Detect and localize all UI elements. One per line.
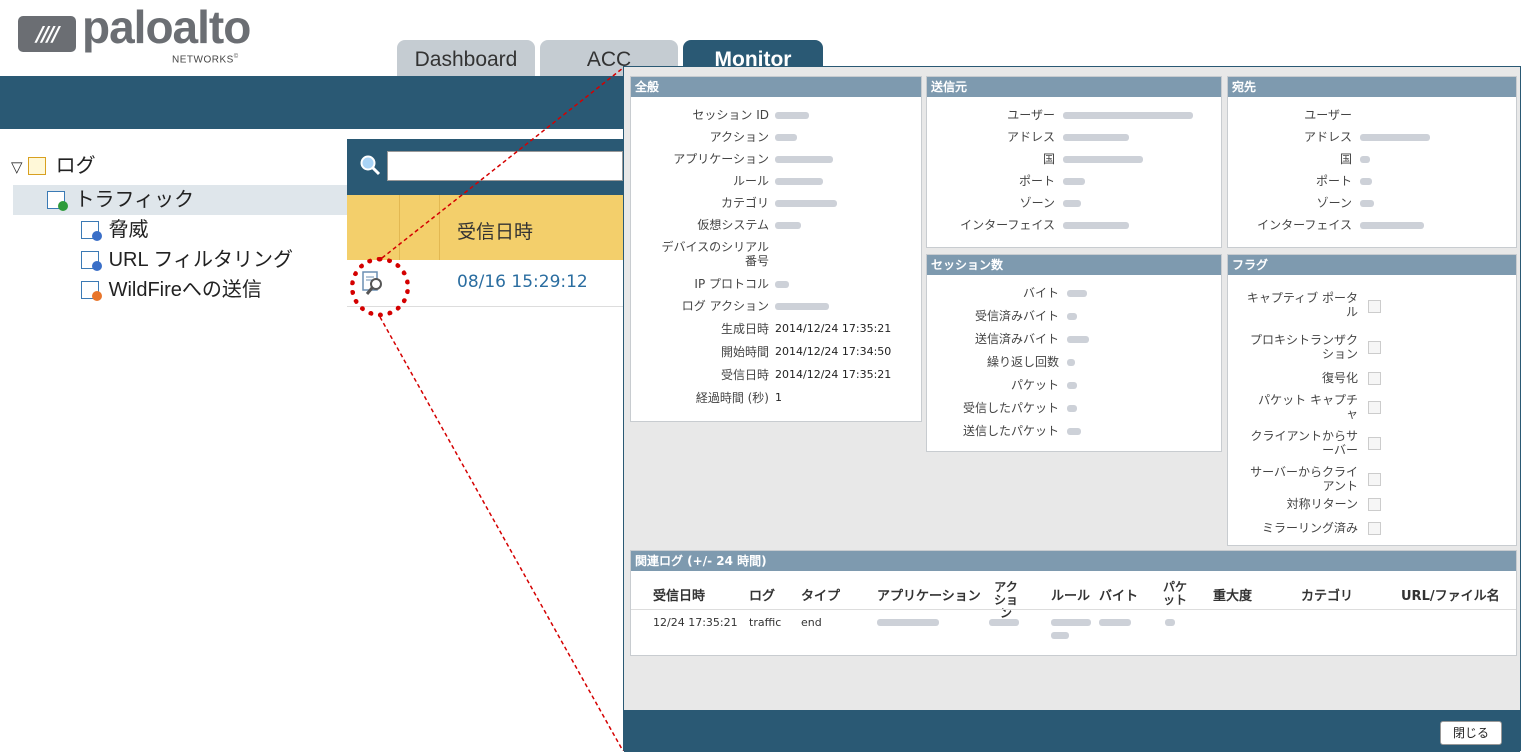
callout-lines-annotation (379, 67, 624, 751)
